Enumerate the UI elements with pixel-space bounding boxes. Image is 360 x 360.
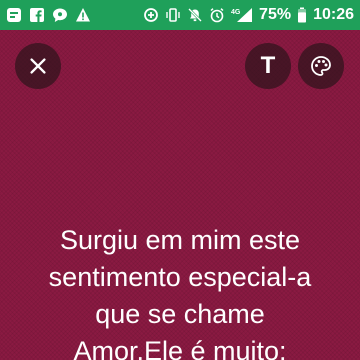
close-icon: [27, 55, 49, 77]
data-saver-icon: [143, 7, 159, 23]
alarm-icon: [209, 7, 225, 23]
close-button[interactable]: [15, 43, 61, 89]
text-style-button[interactable]: T: [245, 43, 291, 89]
signal-4g-icon: 4G: [231, 7, 253, 23]
story-text[interactable]: Surgiu em mim este sentimento especial-a…: [0, 222, 360, 360]
battery-icon: [297, 7, 307, 23]
warning-icon: [75, 7, 91, 23]
svg-text:4G: 4G: [231, 9, 241, 16]
clock: 10:26: [313, 6, 354, 23]
story-line: que se chame: [95, 299, 265, 329]
story-line: sentimento especial-a: [48, 262, 312, 292]
text-style-icon: T: [260, 52, 276, 79]
status-bar: 4G 75% 10:26: [0, 0, 360, 30]
notification-app-icon: [6, 7, 22, 23]
background-color-button[interactable]: [298, 43, 344, 89]
chat-bubble-icon: [52, 7, 68, 23]
facebook-icon: [29, 7, 45, 23]
palette-icon: [309, 54, 333, 78]
mute-icon: [187, 7, 203, 23]
battery-percent: 75%: [259, 6, 292, 23]
status-right-icons: 4G 75% 10:26: [143, 0, 354, 30]
status-left-icons: [6, 0, 91, 30]
story-line: Surgiu em mim este: [59, 225, 301, 255]
vibrate-icon: [165, 7, 181, 23]
story-line: Amor.Ele é muito:: [73, 336, 287, 360]
